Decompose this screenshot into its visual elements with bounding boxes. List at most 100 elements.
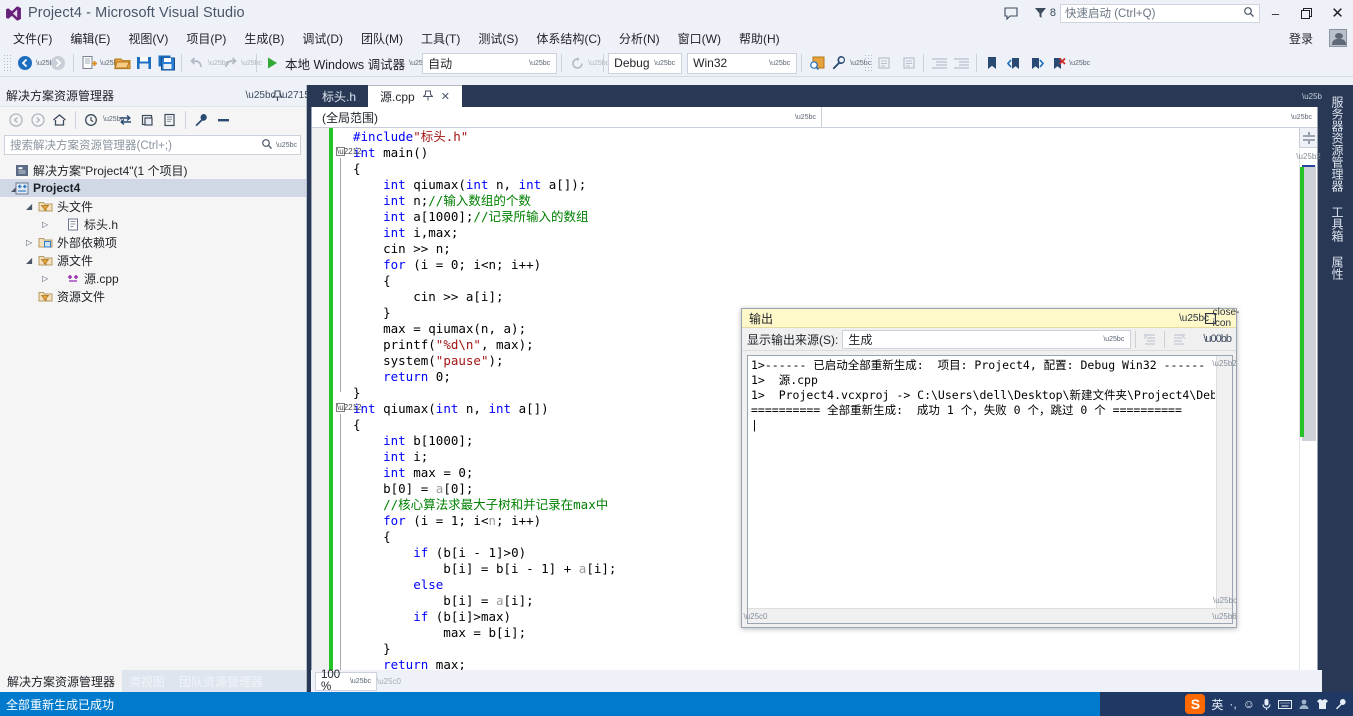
chevron-down-icon[interactable]: \u25bc (650, 60, 679, 67)
chevron-down-icon[interactable]: \u25bc (1099, 336, 1128, 343)
tab-team-explorer[interactable]: 团队资源管理器 (172, 670, 271, 692)
start-debug-dropdown-icon[interactable]: \u25bc (409, 60, 430, 67)
close-icon[interactable]: close-icon (1213, 307, 1240, 329)
fold-toggle-main[interactable]: \u2212 (336, 147, 361, 156)
output-vertical-scrollbar[interactable]: \u25b2 \u25bc (1212, 356, 1237, 608)
chevron-down-icon[interactable]: \u25bc (1179, 310, 1209, 327)
scroll-right-button[interactable]: \u25b6 (1212, 612, 1236, 621)
menu-item-test[interactable]: 测试(S) (469, 27, 527, 50)
zoom-level-combo[interactable]: 100 % \u25bc (315, 669, 377, 693)
scroll-down-button[interactable]: \u25bc (1213, 593, 1237, 608)
tree-item-project[interactable]: ◢ Project4 (0, 179, 306, 197)
next-bookmark-icon[interactable] (1025, 52, 1047, 74)
pin-icon[interactable] (421, 90, 434, 104)
menu-item-architecture[interactable]: 体系结构(C) (527, 27, 610, 50)
sogou-ime-logo-icon[interactable]: S (1185, 694, 1206, 714)
breakpoint-gutter[interactable] (312, 128, 329, 689)
ime-punctuation-icon[interactable]: ·, (1229, 697, 1236, 711)
tab-class-view[interactable]: 类视图 (122, 670, 173, 692)
toolbar-grip[interactable] (3, 53, 12, 73)
search-input[interactable]: 搜索解决方案资源管理器(Ctrl+;) \u25bc (4, 135, 301, 155)
feedback-icon[interactable] (996, 0, 1026, 26)
previous-bookmark-icon[interactable] (1003, 52, 1025, 74)
menu-item-debug[interactable]: 调试(D) (293, 27, 352, 50)
chevron-down-icon[interactable]: \u25bc (525, 60, 554, 67)
menu-item-build[interactable]: 生成(B) (235, 27, 293, 50)
maximize-restore-button[interactable] (1291, 0, 1322, 26)
tree-item-external-dependencies[interactable]: ▷ 外部依赖项 (0, 233, 306, 251)
scope-combo[interactable]: (全局范围) \u25bc (312, 107, 822, 127)
home-icon[interactable] (49, 109, 70, 130)
platform-combo[interactable]: Win32 \u25bc (687, 52, 798, 74)
twisty[interactable]: ▷ (0, 220, 48, 229)
output-text-panel[interactable]: 1>------ 已启动全部重新生成: 项目: Project4, 配置: De… (743, 355, 1237, 624)
clear-bookmarks-icon[interactable] (1047, 52, 1069, 74)
close-icon[interactable]: ✕ (441, 90, 450, 103)
scroll-left-button[interactable]: \u25c0 (743, 612, 767, 621)
chevron-down-icon[interactable]: \u25bc (1302, 85, 1326, 107)
toolbar-overflow-icon[interactable]: \u25bc (850, 60, 871, 67)
platform-target-combo[interactable]: 自动 \u25bc (422, 52, 558, 74)
user-icon[interactable] (1298, 698, 1310, 710)
emoji-icon[interactable]: ☺ (1243, 697, 1255, 711)
editor-horizontal-scrollbar[interactable] (399, 674, 1322, 688)
twisty[interactable]: ◢ (0, 184, 17, 193)
split-window-icon[interactable] (1299, 128, 1317, 148)
tab-toolbox[interactable]: 工具箱 (1328, 199, 1348, 249)
toolbar-grip[interactable] (864, 53, 874, 73)
editor-tab-source-cpp[interactable]: 源.cpp ✕ (368, 85, 462, 107)
skin-icon[interactable] (1316, 698, 1329, 710)
twisty[interactable]: ◢ (0, 256, 32, 265)
new-project-dropdown-icon[interactable]: \u25bc (100, 60, 121, 67)
chevron-down-icon[interactable]: \u25bc (347, 678, 374, 685)
menu-item-file[interactable]: 文件(F) (4, 27, 61, 50)
twisty[interactable]: ▷ (0, 274, 48, 283)
sign-in-button[interactable]: 登录 (1281, 27, 1321, 50)
keyboard-icon[interactable] (1278, 699, 1292, 710)
sync-with-active-document-icon[interactable] (115, 109, 136, 130)
scroll-up-button[interactable]: \u25b2 (1212, 356, 1236, 371)
menu-item-window[interactable]: 窗口(W) (669, 27, 730, 50)
scrollbar-thumb[interactable] (1302, 166, 1316, 441)
menu-item-team[interactable]: 团队(M) (352, 27, 412, 50)
twisty[interactable]: ◢ (0, 202, 32, 211)
menu-item-project[interactable]: 项目(P) (177, 27, 235, 50)
refresh-icon[interactable] (137, 109, 158, 130)
menu-item-tools[interactable]: 工具(T) (412, 27, 469, 50)
search-icon[interactable] (1243, 6, 1255, 21)
configuration-combo[interactable]: Debug \u25bc (608, 52, 683, 74)
chevron-down-icon[interactable]: \u25bc (245, 87, 275, 105)
open-file-icon[interactable] (111, 52, 133, 74)
minimize-button[interactable]: – (1260, 0, 1291, 26)
chevron-down-icon[interactable]: \u25bc (795, 114, 821, 121)
menu-item-edit[interactable]: 编辑(E) (61, 27, 119, 50)
chevron-down-icon[interactable]: \u25bc (765, 60, 794, 67)
scroll-left-button[interactable]: \u25c0 (377, 673, 401, 689)
tree-item-source-cpp[interactable]: ▷ 源.cpp (0, 269, 306, 287)
twisty[interactable]: ▷ (0, 238, 32, 247)
tab-properties[interactable]: 属性 (1328, 249, 1348, 287)
fold-toggle-qiumax[interactable]: \u2212 (336, 403, 361, 412)
toggle-bookmark-icon[interactable] (981, 52, 1003, 74)
navigate-back-dropdown-icon[interactable]: \u25bc (36, 60, 57, 67)
output-window-titlebar[interactable]: 输出 \u25bc close-icon (742, 307, 1240, 329)
outlining-margin[interactable]: \u2212 \u2212 (333, 128, 361, 689)
tree-item-source-files[interactable]: ◢ 源文件 (0, 251, 306, 269)
wrench-icon[interactable] (828, 52, 850, 74)
output-window[interactable]: 输出 \u25bc close-icon 显示输出来源(S): 生成 \u25b… (741, 307, 1240, 628)
output-horizontal-scrollbar[interactable]: \u25c0 \u25b6 (743, 608, 1237, 623)
search-icon[interactable] (261, 138, 273, 153)
chevron-down-icon[interactable]: \u25bc (1291, 114, 1317, 121)
account-avatar-icon[interactable] (1329, 29, 1347, 47)
tools-icon[interactable] (1335, 698, 1347, 710)
chevron-down-icon[interactable]: \u25bc (273, 142, 297, 149)
output-source-combo[interactable]: 生成 \u25bc (842, 329, 1132, 349)
pending-changes-dropdown-icon[interactable]: \u25bc (103, 116, 124, 123)
start-debug-play-icon[interactable] (261, 52, 283, 74)
navigate-back-icon[interactable] (14, 52, 36, 74)
close-button[interactable]: ✕ (1322, 0, 1353, 26)
pending-changes-icon[interactable] (81, 109, 102, 130)
tree-item-header-h[interactable]: ▷ 标头.h (0, 215, 306, 233)
close-icon[interactable]: \u2715 (279, 87, 310, 105)
toolbar-overflow-icon[interactable]: \u00bb (1203, 333, 1234, 345)
